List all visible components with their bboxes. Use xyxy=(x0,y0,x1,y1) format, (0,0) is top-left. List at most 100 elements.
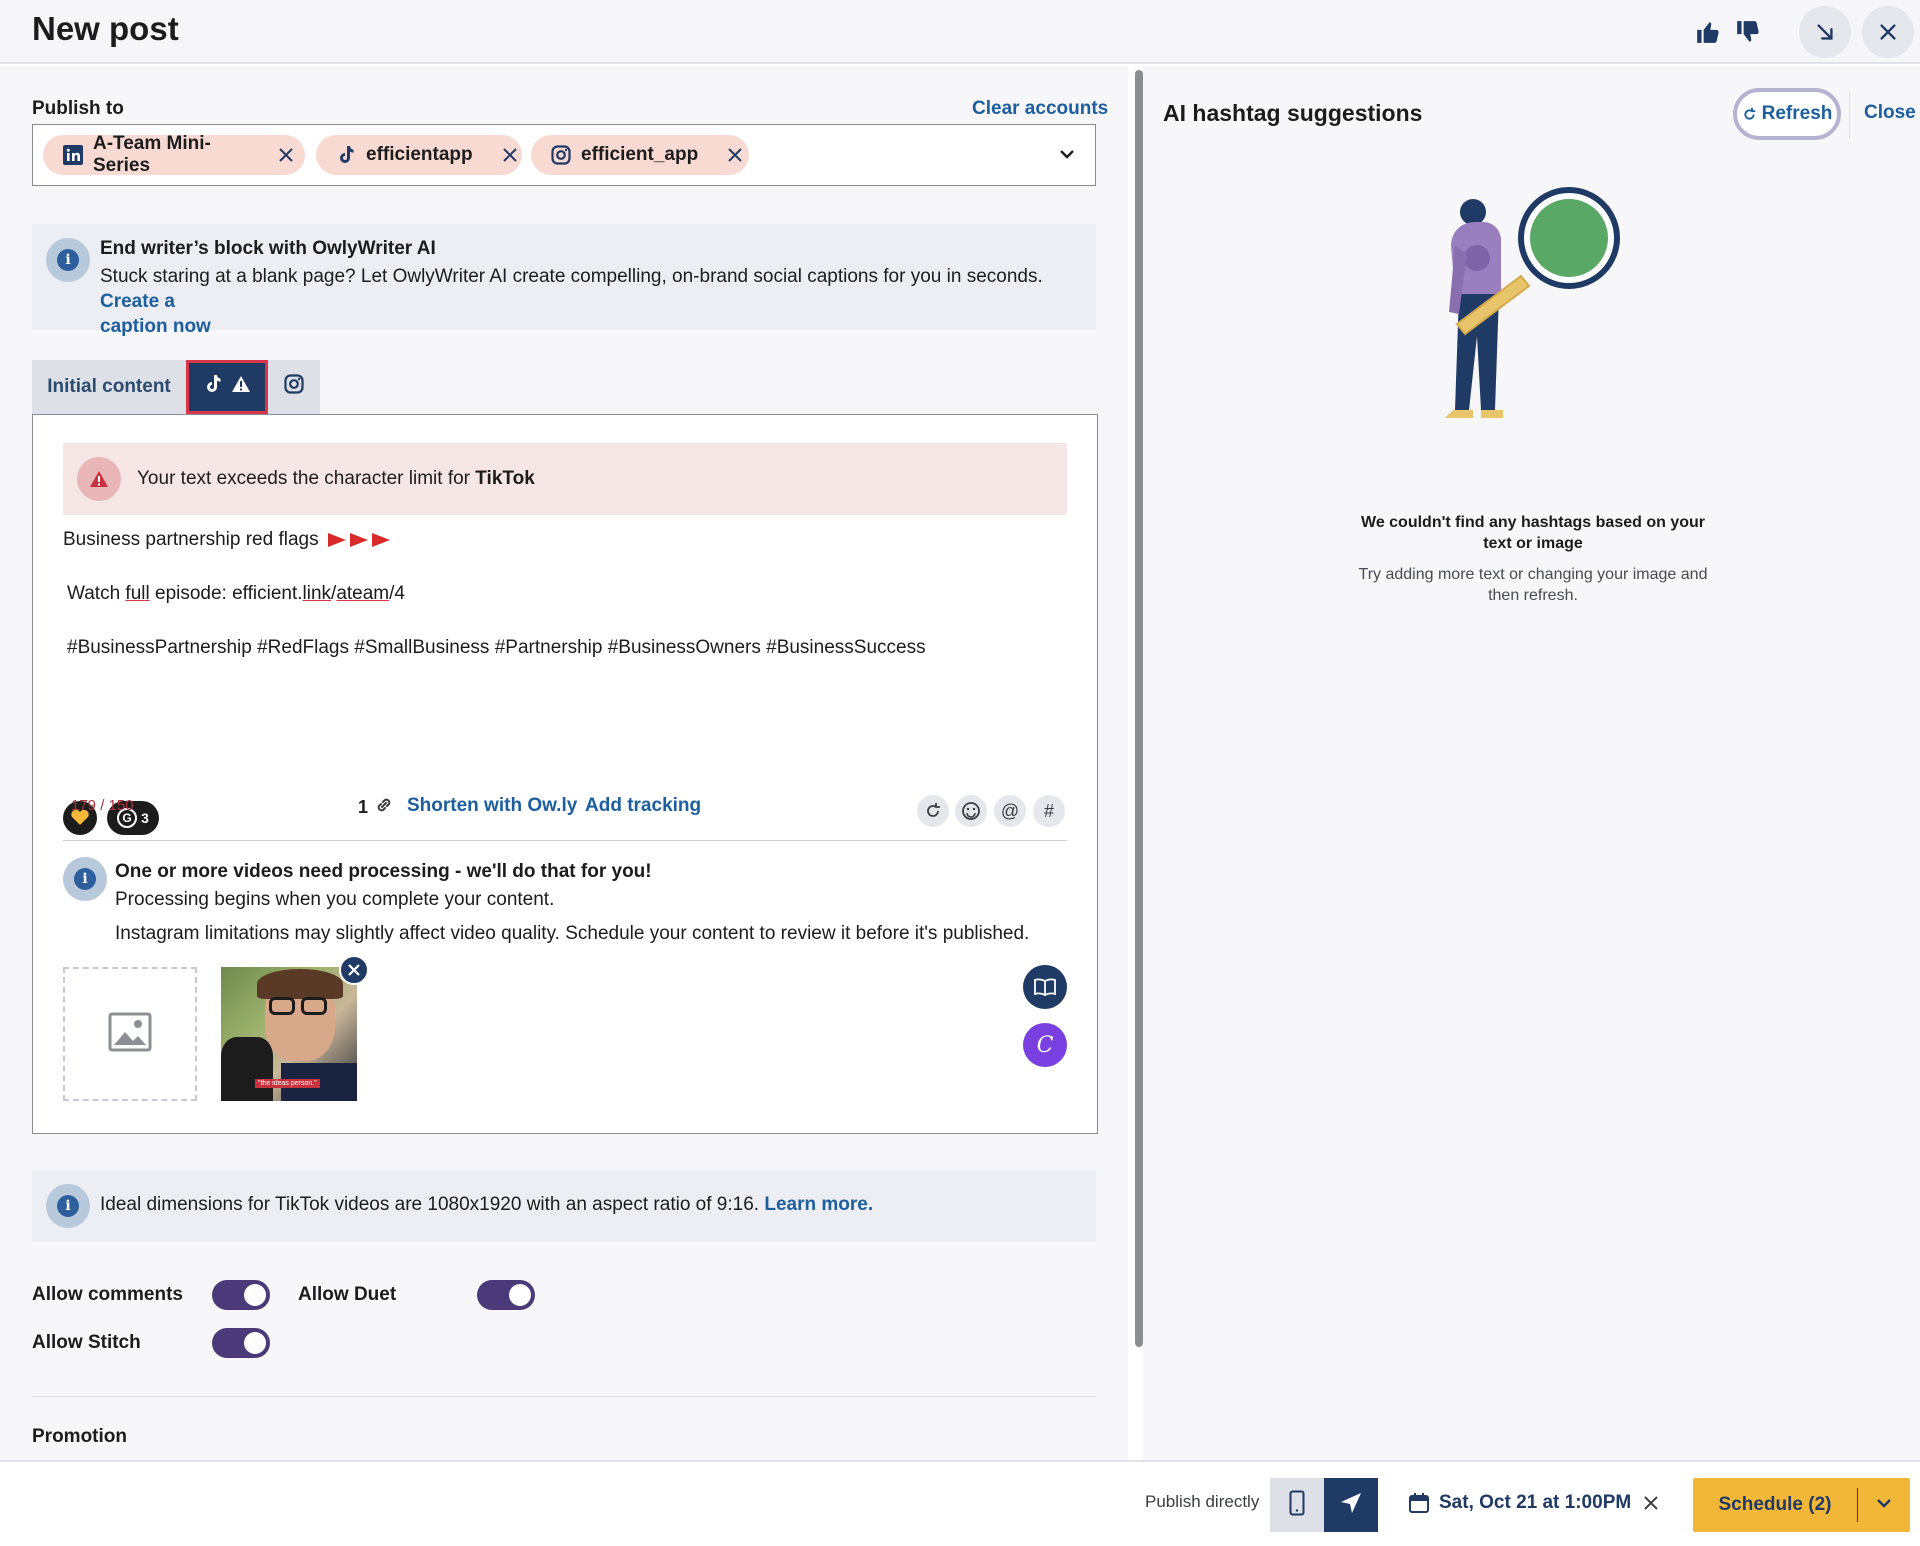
page-title: New post xyxy=(32,10,179,47)
post-text: Watch xyxy=(67,583,121,604)
owlywriter-text: Stuck staring at a blank page? Let OwlyW… xyxy=(100,264,1080,339)
schedule-options-button[interactable] xyxy=(1858,1478,1910,1532)
divider xyxy=(32,1396,1096,1397)
mobile-phone-icon xyxy=(1289,1490,1305,1521)
create-caption-link[interactable]: caption now xyxy=(100,316,211,337)
info-icon: i xyxy=(63,857,107,901)
publish-mode-direct[interactable] xyxy=(1324,1478,1378,1532)
network-tabs: Initial content xyxy=(32,360,320,414)
instagram-icon xyxy=(284,374,304,400)
account-name: efficientapp xyxy=(366,144,473,165)
allow-comments-toggle[interactable] xyxy=(212,1280,270,1310)
thumbnail-caption: "the ideas person." xyxy=(255,1079,320,1088)
instagram-icon xyxy=(551,145,571,165)
thumbnail-glasses xyxy=(269,997,295,1015)
canva-icon[interactable]: C xyxy=(1023,1023,1067,1067)
owlywriter-title: End writer’s block with OwlyWriter AI xyxy=(100,238,436,259)
thumbnail-hair xyxy=(257,969,343,999)
clear-date-icon[interactable] xyxy=(1644,1496,1658,1515)
allow-stitch-label: Allow Stitch xyxy=(32,1332,141,1353)
owlywriter-banner: i End writer’s block with OwlyWriter AI … xyxy=(32,224,1096,337)
refresh-icon[interactable] xyxy=(917,795,949,827)
shorten-link-button[interactable]: Shorten with Ow.ly xyxy=(407,795,577,817)
composer-panel: Publish to Clear accounts A-Team Mini-Se… xyxy=(0,66,1128,1460)
post-text: full xyxy=(125,583,150,604)
publish-directly-label: Publish directly xyxy=(1145,1492,1260,1511)
post-hashtags[interactable]: #BusinessPartnership #RedFlags #SmallBus… xyxy=(67,637,926,659)
mention-icon[interactable]: @ xyxy=(994,795,1026,827)
remove-account-icon[interactable] xyxy=(502,148,517,162)
close-panel-button[interactable]: Close xyxy=(1864,102,1916,124)
empty-state-text: Try adding more text or changing your im… xyxy=(1358,566,1708,604)
dimensions-banner: i Ideal dimensions for TikTok videos are… xyxy=(32,1170,1096,1242)
divider xyxy=(63,840,1067,841)
post-composer[interactable]: Your text exceeds the character limit fo… xyxy=(32,414,1098,1134)
account-chip-tiktok[interactable]: efficientapp xyxy=(316,135,522,175)
warning-network: TikTok xyxy=(475,468,535,489)
hashtag-icon[interactable]: # xyxy=(1033,795,1065,827)
chevron-down-icon[interactable] xyxy=(1059,147,1075,165)
footer-bar: Publish directly Sat, Oct 21 at 1:00PM S… xyxy=(0,1460,1920,1546)
allow-duet-label: Allow Duet xyxy=(298,1284,397,1305)
schedule-button-group: Schedule (2) xyxy=(1693,1478,1910,1532)
publish-mode-mobile[interactable] xyxy=(1270,1478,1324,1532)
chevron-down-icon xyxy=(1876,1496,1892,1514)
character-limit-warning: Your text exceeds the character limit fo… xyxy=(63,443,1067,515)
schedule-date[interactable]: Sat, Oct 21 at 1:00PM xyxy=(1439,1492,1631,1514)
thumbs-down-icon[interactable] xyxy=(1722,6,1774,58)
account-chip-instagram[interactable]: efficient_app xyxy=(531,135,749,175)
video-processing-text: Processing begins when you complete your… xyxy=(115,889,555,910)
tab-initial-content[interactable]: Initial content xyxy=(32,360,186,414)
post-text: link xyxy=(302,583,332,604)
clear-accounts-link[interactable]: Clear accounts xyxy=(972,98,1108,120)
tab-tiktok[interactable] xyxy=(186,360,268,414)
send-icon xyxy=(1339,1491,1363,1520)
grammarly-count: 3 xyxy=(141,810,149,826)
warning-text: Your text exceeds the character limit fo… xyxy=(137,468,471,489)
link-count: 1 xyxy=(358,797,369,817)
account-chip-linkedin[interactable]: A-Team Mini-Series xyxy=(43,133,305,176)
linkedin-icon xyxy=(63,145,83,165)
close-icon[interactable] xyxy=(1862,6,1914,58)
tab-instagram[interactable] xyxy=(268,360,320,414)
post-line-1: Business partnership red flags xyxy=(63,529,319,550)
remove-account-icon[interactable] xyxy=(728,148,742,162)
remove-account-icon[interactable] xyxy=(279,148,293,162)
allow-stitch-toggle[interactable] xyxy=(212,1328,270,1358)
ai-hashtag-title: AI hashtag suggestions xyxy=(1163,100,1423,126)
post-text-line[interactable]: Business partnership red flags xyxy=(63,529,390,551)
video-processing-title: One or more videos need processing - we'… xyxy=(115,861,652,882)
post-text: episode: efficient. xyxy=(155,583,303,604)
post-watch-line[interactable]: Watch full episode: efficient.link/ateam… xyxy=(67,583,405,605)
red-flag-icon xyxy=(327,532,346,547)
thumbnail-microphone xyxy=(221,1037,273,1101)
remove-media-icon[interactable] xyxy=(339,955,369,985)
minimize-icon[interactable] xyxy=(1799,6,1851,58)
refresh-button[interactable]: Refresh xyxy=(1733,88,1841,140)
warning-icon xyxy=(231,375,251,399)
character-count: 179 / 150 xyxy=(71,797,134,814)
add-tracking-button[interactable]: Add tracking xyxy=(585,795,701,817)
refresh-icon xyxy=(1742,107,1757,122)
post-text: /4 xyxy=(389,583,405,604)
tiktok-icon xyxy=(336,145,356,165)
post-text: ateam xyxy=(336,583,390,604)
link-counter: 1 xyxy=(358,795,394,820)
create-caption-link[interactable]: Create a xyxy=(100,291,175,312)
owlywriter-body: Stuck staring at a blank page? Let OwlyW… xyxy=(100,266,1043,287)
account-name: efficient_app xyxy=(581,144,699,165)
scrollbar[interactable] xyxy=(1135,70,1143,1347)
ai-hashtag-panel: AI hashtag suggestions Refresh Close We … xyxy=(1143,66,1920,1460)
red-flag-icon xyxy=(371,532,390,547)
media-library-icon[interactable] xyxy=(1023,965,1067,1009)
divider xyxy=(1849,92,1850,138)
allow-duet-toggle[interactable] xyxy=(477,1280,535,1310)
learn-more-link[interactable]: Learn more. xyxy=(764,1194,873,1215)
account-selector[interactable]: A-Team Mini-Series efficientapp efficien… xyxy=(32,124,1096,186)
add-media-dropzone[interactable] xyxy=(63,967,197,1101)
emoji-icon[interactable] xyxy=(955,795,987,827)
video-thumbnail[interactable]: "the ideas person." xyxy=(221,967,357,1101)
schedule-button[interactable]: Schedule (2) xyxy=(1693,1478,1857,1532)
publish-to-label: Publish to xyxy=(32,98,124,119)
allow-comments-label: Allow comments xyxy=(32,1284,183,1305)
